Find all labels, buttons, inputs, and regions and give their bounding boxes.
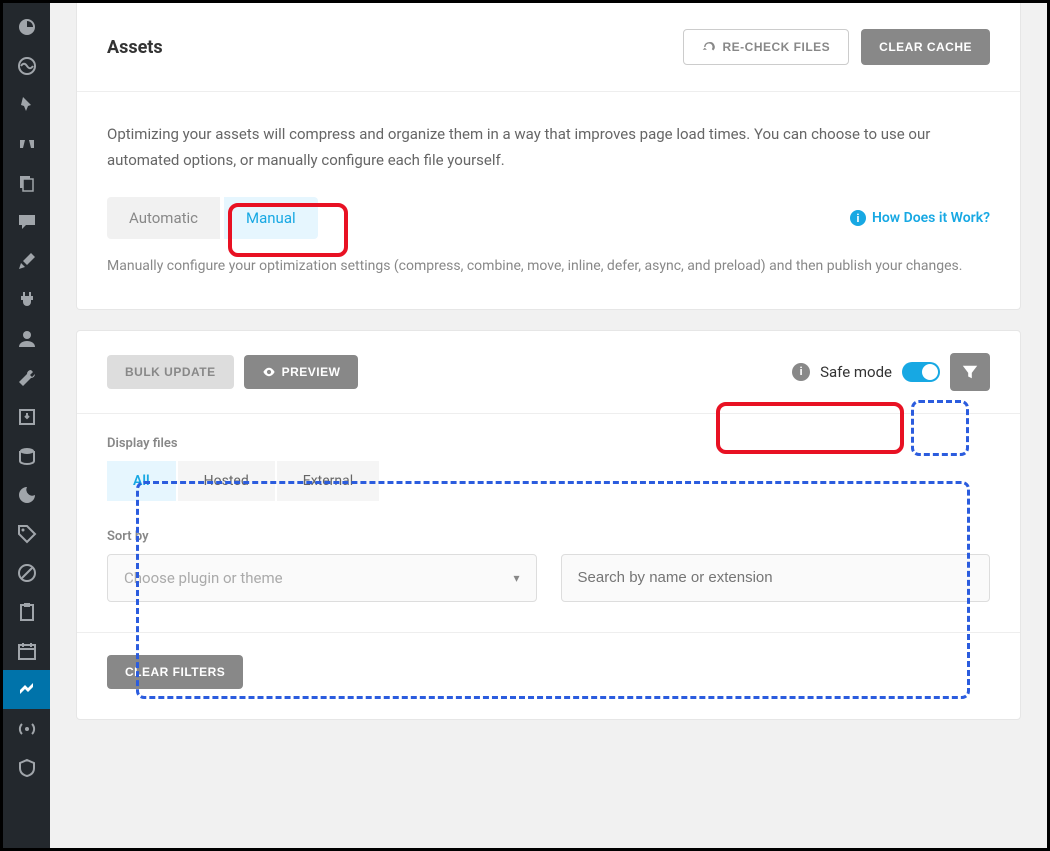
funnel-icon — [961, 363, 979, 381]
tools-icon[interactable] — [3, 358, 50, 397]
chevron-down-icon: ▾ — [513, 571, 519, 585]
search-input[interactable] — [561, 554, 991, 602]
filter-button[interactable] — [950, 353, 990, 391]
pin-icon[interactable] — [3, 85, 50, 124]
filters-panel: Display files All Hosted External Sort b… — [77, 414, 1020, 632]
filter-tab-hosted[interactable]: Hosted — [178, 461, 275, 501]
import-icon[interactable] — [3, 397, 50, 436]
broadcast-icon[interactable] — [3, 709, 50, 748]
safe-mode-toggle[interactable] — [902, 362, 940, 382]
filter-tab-external[interactable]: External — [277, 461, 379, 501]
users-icon[interactable] — [3, 319, 50, 358]
recheck-files-button[interactable]: RE-CHECK FILES — [683, 29, 849, 65]
how-does-it-work-link[interactable]: i How Does it Work? — [850, 210, 990, 226]
page-title: Assets — [107, 37, 163, 58]
mode-tabs: Automatic Manual — [107, 197, 318, 239]
meta-icon[interactable] — [3, 46, 50, 85]
safe-mode-label: Safe mode — [820, 363, 892, 381]
page-header: Assets RE-CHECK FILES CLEAR CACHE — [77, 3, 1020, 92]
tab-manual[interactable]: Manual — [224, 197, 318, 239]
bulk-update-button[interactable]: BULK UPDATE — [107, 355, 234, 389]
eye-icon — [262, 365, 276, 379]
manual-description: Manually configure your optimization set… — [107, 255, 990, 279]
moon-icon[interactable] — [3, 475, 50, 514]
admin-sidebar — [3, 3, 50, 848]
safe-mode-group: i Safe mode — [792, 362, 940, 382]
info-icon: i — [850, 210, 866, 226]
plugin-theme-select[interactable]: Choose plugin or theme ▾ — [107, 554, 537, 602]
tab-automatic[interactable]: Automatic — [107, 197, 220, 239]
plugins-icon[interactable] — [3, 280, 50, 319]
jetpack-icon[interactable] — [3, 124, 50, 163]
tag-icon[interactable] — [3, 514, 50, 553]
info-icon[interactable]: i — [792, 363, 810, 381]
shield-icon[interactable] — [3, 553, 50, 592]
display-files-tabs: All Hosted External — [107, 461, 990, 501]
filter-tab-all[interactable]: All — [107, 461, 176, 501]
defender-icon[interactable] — [3, 748, 50, 787]
brush-icon[interactable] — [3, 241, 50, 280]
clipboard-icon[interactable] — [3, 592, 50, 631]
clear-filters-button[interactable]: CLEAR FILTERS — [107, 655, 243, 689]
page-description: Optimizing your assets will compress and… — [107, 122, 990, 173]
dashboard-icon[interactable] — [3, 7, 50, 46]
clear-cache-button[interactable]: CLEAR CACHE — [861, 29, 990, 65]
hummingbird-icon[interactable] — [3, 670, 50, 709]
sort-by-label: Sort by — [107, 529, 990, 544]
calendar-icon[interactable] — [3, 631, 50, 670]
display-files-label: Display files — [107, 436, 990, 451]
refresh-icon — [702, 40, 716, 54]
database-icon[interactable] — [3, 436, 50, 475]
pages-icon[interactable] — [3, 163, 50, 202]
comments-icon[interactable] — [3, 202, 50, 241]
preview-button[interactable]: PREVIEW — [244, 355, 359, 389]
